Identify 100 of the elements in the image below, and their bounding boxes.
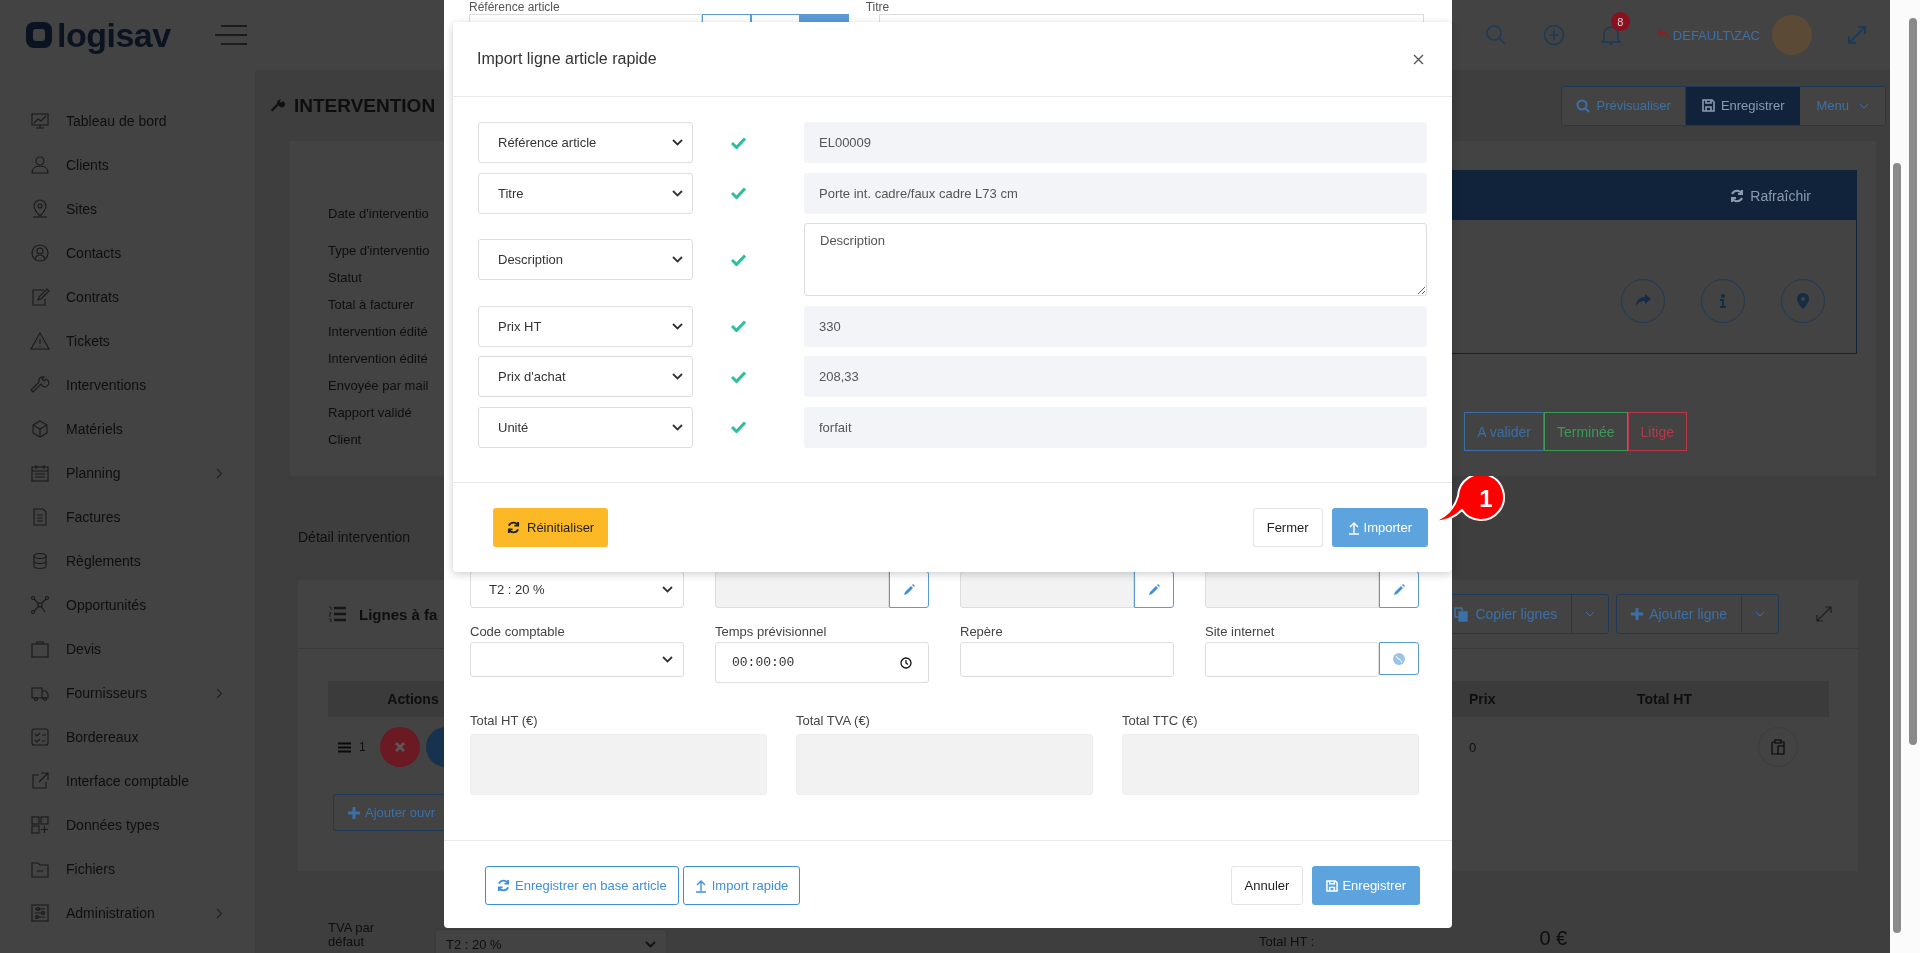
field-label: Total TTC (€) [1122, 713, 1199, 728]
value-field[interactable]: 330 [804, 305, 1427, 347]
add-work-button[interactable]: Ajouter ouvr [333, 794, 444, 831]
wrench-icon [30, 375, 50, 395]
field-select[interactable]: Description [478, 239, 693, 280]
pencil-icon [903, 584, 915, 595]
menu-dropdown-button[interactable]: Menu [1800, 86, 1885, 125]
user-switch-link[interactable]: DEFAULT\ZAC [1672, 27, 1760, 43]
description-field[interactable]: Description [804, 223, 1427, 296]
list-icon [328, 606, 346, 622]
caret-icon [1755, 611, 1765, 617]
url-field[interactable] [1205, 642, 1379, 677]
coins-icon [30, 551, 50, 571]
time-field[interactable]: 00:00:00 [715, 642, 929, 683]
value-field[interactable]: forfait [804, 406, 1427, 448]
field-select[interactable]: Référence article [478, 122, 693, 163]
x-icon [394, 742, 405, 752]
caret-icon [662, 656, 673, 663]
edit-button[interactable] [889, 571, 929, 608]
chart-icon [30, 111, 50, 131]
refresh-icon [1730, 188, 1745, 203]
paste-button[interactable] [1758, 727, 1798, 767]
wrench-icon [270, 97, 286, 114]
field-select[interactable]: Prix HT [478, 305, 693, 347]
caret-icon [1859, 102, 1869, 109]
caret-icon [645, 940, 656, 948]
avatar[interactable] [1772, 15, 1812, 55]
document-icon [30, 507, 50, 527]
plus-icon [348, 806, 360, 819]
document-edit-icon [30, 287, 50, 307]
edit-button[interactable] [1134, 571, 1174, 608]
map-pin-icon [1797, 293, 1809, 309]
status-button[interactable]: A valider [1464, 412, 1544, 451]
field-label: Référence article [469, 0, 560, 14]
info-button[interactable] [1701, 279, 1745, 323]
edit-button[interactable] [1379, 571, 1419, 608]
field-label: Total HT (€) [470, 713, 539, 728]
open-link-button[interactable] [1379, 642, 1419, 675]
input-field[interactable] [960, 642, 1174, 677]
add-icon[interactable] [1542, 24, 1565, 46]
people-icon [30, 155, 50, 175]
warning-icon [30, 331, 50, 351]
menu-icon[interactable] [212, 24, 249, 46]
preview-button[interactable]: Prévisualiser [1562, 86, 1686, 125]
cube-icon [30, 419, 50, 439]
caret-icon [672, 423, 683, 431]
field-select[interactable]: Prix d'achat [478, 356, 693, 397]
share-arrow-icon [1635, 294, 1651, 308]
quick-import-button[interactable]: Import rapide [682, 866, 801, 905]
save-to-catalog-button[interactable]: Enregistrer en base article [485, 866, 679, 905]
clock-icon [900, 656, 912, 669]
save-button[interactable]: Enregistrer [1685, 86, 1801, 125]
expand-icon[interactable] [1848, 26, 1866, 44]
import-button[interactable]: Importer [1331, 508, 1428, 547]
scrollbar[interactable] [1909, 18, 1917, 745]
vat-select[interactable]: T2 : 20 % [470, 571, 684, 608]
search-icon[interactable] [1484, 24, 1507, 46]
field-label: Total TVA (€) [796, 713, 871, 728]
caret-icon [672, 256, 683, 263]
cancel-button[interactable]: Annuler [1230, 866, 1304, 905]
field-label: Repère [960, 624, 1004, 641]
field-label: Code comptable [470, 624, 566, 641]
save-icon [1326, 879, 1339, 892]
pencil-icon [1393, 584, 1405, 595]
network-icon [30, 595, 50, 615]
sliders-icon [30, 903, 50, 923]
drag-handle-icon[interactable] [338, 741, 351, 753]
save-button[interactable]: Enregistrer [1312, 866, 1420, 905]
delete-button[interactable] [379, 727, 420, 767]
bell-icon[interactable] [1600, 24, 1621, 46]
upload-icon [1347, 520, 1360, 535]
expand-icon[interactable] [1816, 606, 1832, 622]
location-button[interactable] [1781, 279, 1825, 323]
refresh-button[interactable]: Rafraîchir [1730, 187, 1811, 204]
account-code-select[interactable] [470, 642, 684, 677]
logo-icon [24, 20, 54, 50]
reset-button[interactable]: Réinitialiser [493, 508, 609, 547]
globe-icon [1393, 652, 1405, 665]
clipboard-icon [1771, 739, 1785, 755]
scrollbar[interactable] [1893, 163, 1901, 933]
field-label: Site internet [1205, 624, 1276, 641]
field-select[interactable]: Unité [478, 406, 693, 448]
caret-icon [672, 139, 683, 146]
copy-icon [1453, 606, 1470, 622]
close-button[interactable]: Fermer [1252, 508, 1323, 547]
caret-icon [672, 189, 683, 197]
folder-icon [30, 859, 50, 879]
add-line-button[interactable]: Ajouter ligne [1616, 594, 1779, 634]
field-label: Titre [865, 0, 890, 14]
search-icon [1576, 98, 1591, 113]
status-button[interactable]: Litige [1627, 412, 1687, 451]
caret-icon [1585, 611, 1596, 617]
share-button[interactable] [1621, 279, 1665, 323]
status-button[interactable]: Terminée [1543, 412, 1628, 451]
value-field[interactable]: 208,33 [804, 356, 1427, 397]
close-icon[interactable] [1413, 53, 1424, 65]
value-field[interactable]: Porte int. cadre/faux cadre L73 cm [804, 172, 1427, 214]
field-select[interactable]: Titre [478, 172, 693, 214]
value-field[interactable]: EL00009 [804, 122, 1427, 163]
external-link-icon [30, 771, 50, 791]
